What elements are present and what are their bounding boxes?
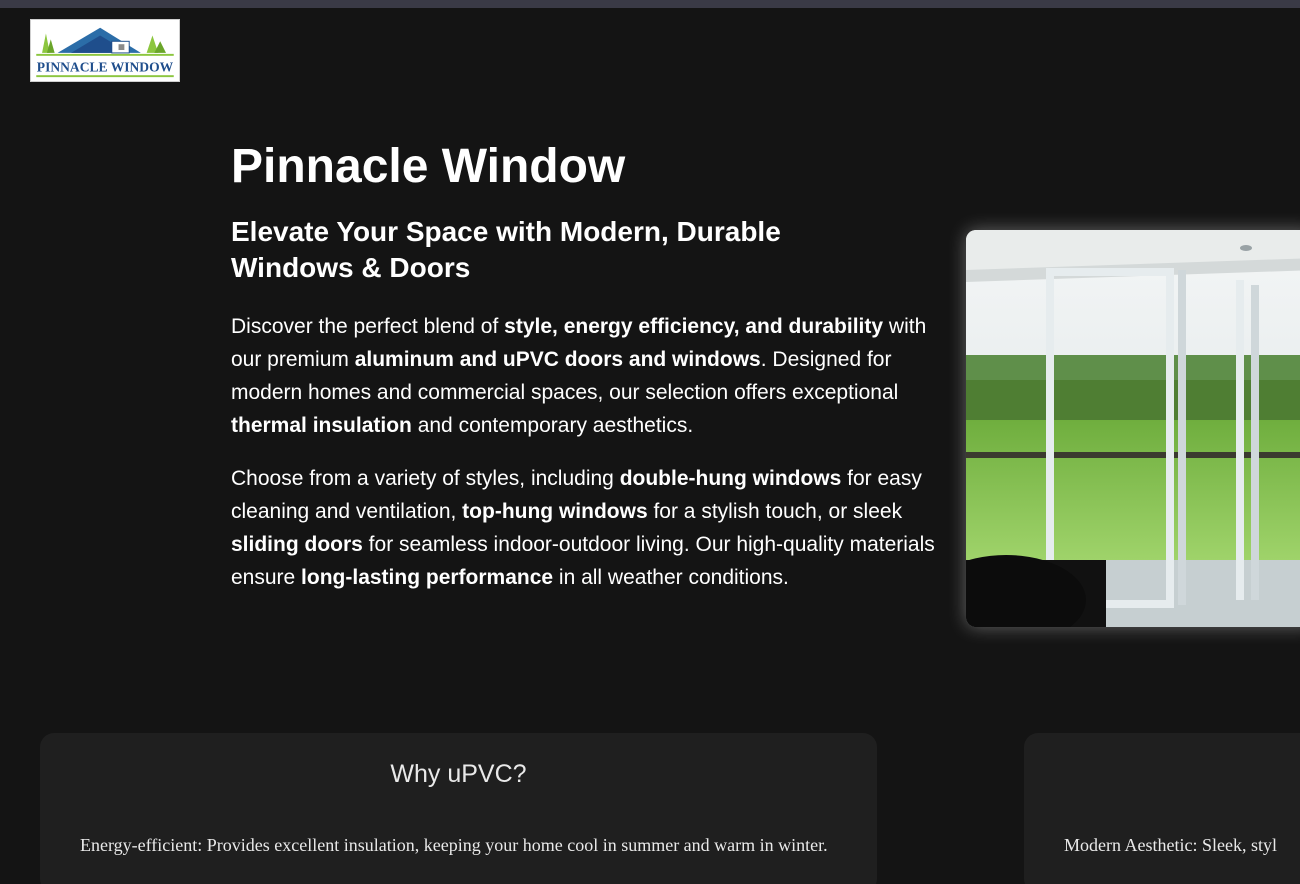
svg-text:PINNACLE WINDOW: PINNACLE WINDOW	[37, 59, 174, 74]
hero-subtitle: Elevate Your Space with Modern, Durable …	[231, 216, 781, 283]
card-title: Why uPVC?	[390, 760, 527, 788]
hero-paragraph-2: Choose from a variety of styles, includi…	[231, 467, 935, 589]
site-logo[interactable]: PINNACLE WINDOW	[30, 19, 180, 82]
hero-paragraph-1: Discover the perfect blend of style, ene…	[231, 315, 927, 437]
feature-card: Modern Aesthetic: Sleek, styl	[1024, 733, 1300, 884]
why-upvc-card: Why uPVC? Energy-efficient: Provides exc…	[40, 733, 877, 884]
card-text: Modern Aesthetic: Sleek, styl	[1064, 835, 1277, 855]
card-text: Energy-efficient: Provides excellent ins…	[80, 835, 828, 855]
folding-door-photo	[966, 230, 1300, 627]
page-title: Pinnacle Window	[231, 140, 626, 193]
house-logo-icon: PINNACLE WINDOW	[32, 20, 178, 81]
browser-top-strip	[0, 0, 1300, 8]
hero-section: Pinnacle Window Elevate Your Space with …	[231, 140, 941, 594]
